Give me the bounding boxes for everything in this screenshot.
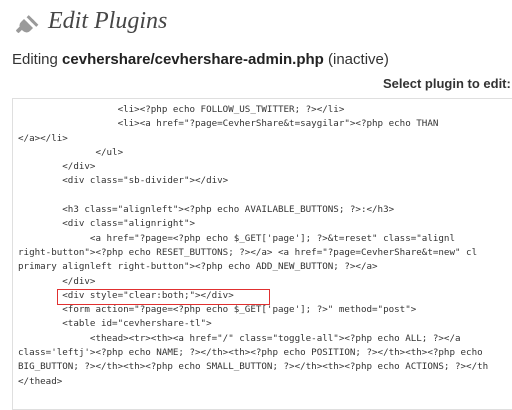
code-line: right-button"><?php echo RESET_BUTTONS; … bbox=[18, 246, 478, 258]
code-line: <form action="?page=<?php echo $_GET['pa… bbox=[18, 304, 417, 316]
code-content: <li><?php echo FOLLOW_US_TWITTER; ?></li… bbox=[18, 103, 488, 389]
code-line: primary alignleft right-button"><?php ec… bbox=[18, 261, 378, 273]
page-header: Edit Plugins Editing cevhershare/cevhers… bbox=[0, 0, 512, 100]
code-line: <div class="sb-divider"></div> bbox=[18, 175, 229, 187]
code-line: class='leftj'><?php echo NAME; ?></th><t… bbox=[18, 347, 483, 359]
highlight-box bbox=[57, 289, 270, 305]
code-line: <h3 class="alignleft"><?php echo AVAILAB… bbox=[18, 204, 395, 216]
plugin-icon bbox=[16, 15, 39, 33]
editing-prefix: Editing bbox=[12, 51, 63, 68]
code-line: BIG_BUTTON; ?></th><th><?php echo SMALL_… bbox=[18, 361, 489, 373]
code-line: <table id="cevhershare-tl"> bbox=[18, 318, 212, 330]
code-line: <li><?php echo FOLLOW_US_TWITTER; ?></li… bbox=[18, 104, 345, 115]
code-line: </div> bbox=[18, 161, 96, 173]
editing-status: (inactive) bbox=[323, 51, 389, 68]
code-line: </ul> bbox=[18, 146, 124, 158]
select-plugin-label: Select plugin to edit: bbox=[383, 76, 511, 91]
editing-line: Editing cevhershare/cevhershare-admin.ph… bbox=[12, 51, 389, 68]
code-line: </thead> bbox=[18, 375, 63, 387]
page-title: Edit Plugins bbox=[48, 8, 168, 34]
code-line: <thead><tr><th><a href="/" class="toggle… bbox=[18, 332, 461, 344]
code-editor-textarea[interactable]: <li><?php echo FOLLOW_US_TWITTER; ?></li… bbox=[12, 98, 512, 410]
code-line: <li><a href="?page=CevherShare&t=saygila… bbox=[18, 118, 439, 130]
code-line: <a href="?page=<?php echo $_GET['page'];… bbox=[18, 232, 455, 244]
code-line: </a></li> bbox=[18, 132, 68, 144]
editing-file-name: cevhershare/cevhershare-admin.php bbox=[62, 51, 324, 68]
code-line: </div> bbox=[18, 275, 96, 287]
code-line: <div class="alignright"> bbox=[18, 218, 196, 230]
